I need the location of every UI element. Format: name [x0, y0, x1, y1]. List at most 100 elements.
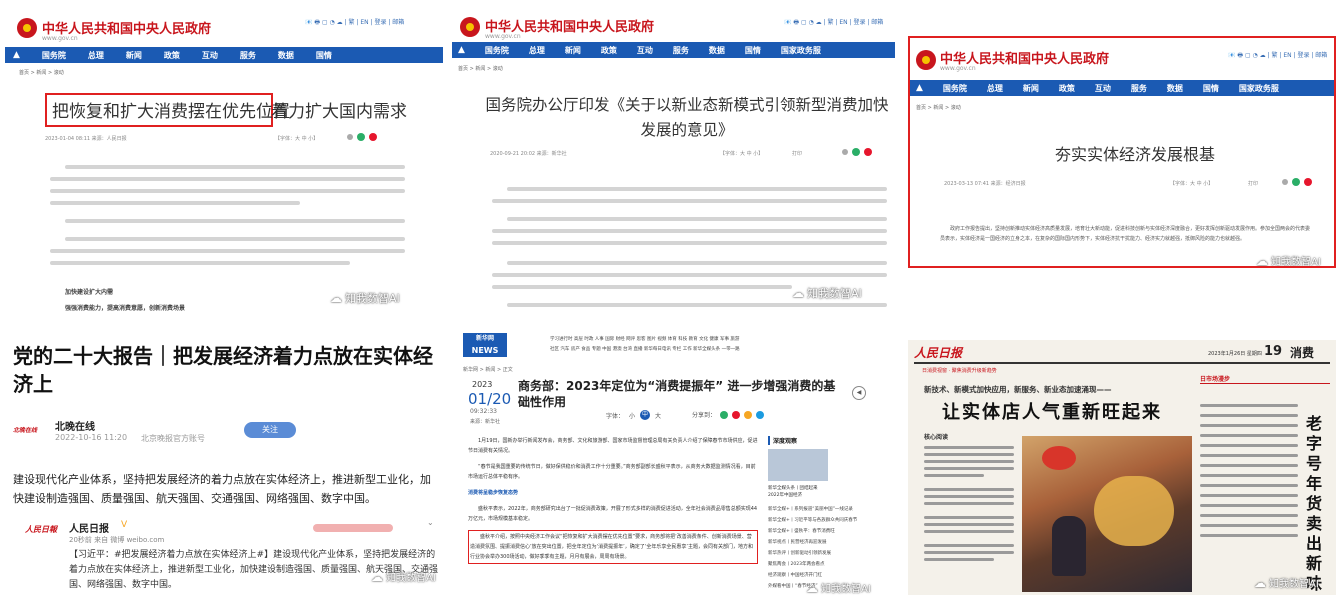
wechat-icon[interactable]	[1292, 178, 1300, 186]
nav-item-premier[interactable]: 总理	[88, 50, 104, 61]
font-size-control[interactable]: 【字体：大 中 小】	[275, 135, 318, 142]
nav-item-premier[interactable]: 总理	[987, 83, 1003, 94]
nav-item-national[interactable]: 国情	[745, 45, 761, 56]
nav-item-service[interactable]: 服务	[1131, 83, 1147, 94]
nav-item-state-council[interactable]: 国务院	[943, 83, 967, 94]
weibo-icon[interactable]	[732, 410, 741, 419]
nav-item-policy[interactable]: 政策	[1059, 83, 1075, 94]
breadcrumb[interactable]: 首页 > 新闻 > 滚动	[916, 104, 961, 111]
nav-item-national[interactable]: 国情	[1203, 83, 1219, 94]
headline: 夯实实体经济发展根基	[1055, 145, 1216, 164]
nav-item-news[interactable]: 新闻	[126, 50, 142, 61]
sidebar-link[interactable]: 新华视点丨民营经济再迎发展	[768, 537, 892, 548]
nav-item-news[interactable]: 新闻	[565, 45, 581, 56]
audio-icon[interactable]: ◀	[852, 386, 866, 400]
headline: 商务部：2023年定位为“消费提振年” 进一步增强消费的基础性作用	[518, 379, 836, 409]
font-small-button[interactable]: 小	[629, 411, 635, 420]
nav-item-news[interactable]: 新闻	[1023, 83, 1039, 94]
side-title: 老字号年货卖出新味道	[1306, 414, 1323, 595]
nav-item-data[interactable]: 数据	[1167, 83, 1183, 94]
main-nav: ▲ 国务院 总理 新闻 政策 互动 服务 数据 国情	[5, 47, 443, 63]
sidebar-link[interactable]: 新华全媒+丨习近平等与各族群众共同庆春节	[768, 515, 892, 526]
nav-item-gov-service[interactable]: 国家政务服	[781, 45, 821, 56]
paragraph-4: 盛秋平介绍，按照中央经济工作会议“把恢复和扩大消费摆在优先位置”要求，商务部将把…	[468, 530, 758, 564]
nav-item-service[interactable]: 服务	[673, 45, 689, 56]
site-header: 中华人民共和国中央人民政府 www.gov.cn 📧 🖶 ▢ ◔ ☁ | 繁 |…	[910, 38, 1334, 78]
xinhua-logo[interactable]: 新华网 NEWS	[463, 333, 507, 357]
qzone-icon[interactable]	[744, 410, 753, 419]
nav-item-policy[interactable]: 政策	[164, 50, 180, 61]
share-icon[interactable]	[347, 134, 353, 140]
nav-item-national[interactable]: 国情	[316, 50, 332, 61]
site-url: www.gov.cn	[42, 35, 78, 42]
print-button[interactable]: 打印	[1248, 180, 1258, 187]
print-button[interactable]: 打印	[792, 150, 802, 157]
account-avatar[interactable]: 北晚在线	[13, 422, 43, 440]
headline: 党的二十大报告｜把发展经济着力点放在实体经济上	[13, 344, 433, 396]
sidebar-link[interactable]: 聚焦两会丨2023年两会看点	[768, 559, 892, 570]
sidebar-title: 深度观察	[768, 436, 892, 445]
main-nav: ▲ 国务院 总理 新闻 政策 互动 服务 数据 国情 国家政务服	[452, 42, 895, 58]
nav-item-service[interactable]: 服务	[240, 50, 256, 61]
site-header: 中华人民共和国中央人民政府 www.gov.cn 📧 🖶 ▢ ◔ ☁ | 繁 |…	[5, 5, 443, 47]
paragraph-3: 盛秋平表示，2022年，商务部研究出台了一批促消费政策，开展了形式多样的消费促进…	[468, 506, 758, 522]
nav-item-state-council[interactable]: 国务院	[485, 45, 509, 56]
screenshot-gov-article-3: 中华人民共和国中央人民政府 www.gov.cn 📧 🖶 ▢ ◔ ☁ | 繁 |…	[908, 36, 1336, 268]
sidebar-link[interactable]: 新华全媒+丨盛秋平：春节消费旺	[768, 526, 892, 537]
sidebar-link[interactable]: 新华全媒+丨系列报道“美丽中国”一线记录	[768, 504, 892, 515]
date-day: 01/20	[468, 390, 512, 408]
nav-item-data[interactable]: 数据	[709, 45, 725, 56]
wechat-icon[interactable]	[357, 133, 365, 141]
watermark: ☁ 知我数智AI	[1256, 253, 1321, 268]
utility-links[interactable]: 📧 🖶 ▢ ◔ ☁ | 繁 | EN | 登录 | 邮箱	[784, 17, 883, 28]
font-size-control[interactable]: 【字体：大 中 小】	[1170, 180, 1213, 187]
sidebar-caption[interactable]: 新华全媒头条丨团结起来2022年中国经济	[768, 485, 828, 499]
follow-button[interactable]: 关注	[244, 422, 296, 438]
weibo-icon[interactable]	[1304, 178, 1312, 186]
nav-item-emblem-icon: ▲	[13, 50, 20, 60]
font-big-button[interactable]: 大	[655, 411, 661, 420]
breadcrumb[interactable]: 新华网 > 新闻 > 正文	[463, 366, 513, 373]
screenshot-xinhua-article: 新华网 NEWS 学习进行时 高层 时政 人事 国际 财经 网评 思客 图片 视…	[460, 330, 896, 600]
utility-links[interactable]: 📧 🖶 ▢ ◔ ☁ | 繁 | EN | 登录 | 邮箱	[1228, 50, 1327, 61]
nav-item-interact[interactable]: 互动	[202, 50, 218, 61]
weibo-icon[interactable]	[864, 148, 872, 156]
font-size-control[interactable]: 【字体：大 中 小】	[720, 150, 763, 157]
top-nav-row-2[interactable]: 社区 汽车 房产 食品 专题 中国 港澳 台湾 直播 新华每日电讯 专栏 工作 …	[550, 346, 740, 352]
watermark: ☁ 知我数智AI	[330, 291, 400, 305]
page-name: 消费	[1290, 346, 1315, 360]
top-nav[interactable]: 学习进行时 高层 时政 人事 国际 财经 网评 思客 图片 视频 体育 科技 教…	[550, 336, 739, 342]
breadcrumb[interactable]: 首页 > 新闻 > 滚动	[458, 65, 503, 72]
date-line: 2023年1月26日 星期四	[1208, 351, 1262, 357]
article-meta: 2023-01-04 08:11 来源：人民日报	[45, 136, 127, 142]
repost-avatar[interactable]: 人民日報	[25, 524, 61, 540]
side-column: 日市场漫步 老字号年货卖出新味道	[1200, 374, 1330, 595]
nav-item-gov-service[interactable]: 国家政务服	[1239, 83, 1279, 94]
nav-item-policy[interactable]: 政策	[601, 45, 617, 56]
sidebar-link[interactable]: 新华热评丨创新驱动引领新发展	[768, 548, 892, 559]
breadcrumb[interactable]: 首页 > 新闻 > 滚动	[19, 69, 64, 76]
nav-item-premier[interactable]: 总理	[529, 45, 545, 56]
nav-item-data[interactable]: 数据	[278, 50, 294, 61]
nav-item-interact[interactable]: 互动	[1095, 83, 1111, 94]
repost-blur-banner	[313, 524, 393, 532]
wechat-icon[interactable]	[720, 410, 729, 419]
repost-name[interactable]: 人民日报	[69, 520, 109, 535]
nav-item-state-council[interactable]: 国务院	[42, 50, 66, 61]
weibo-icon[interactable]	[369, 133, 377, 141]
share-buttons	[347, 133, 377, 141]
share-icon[interactable]	[842, 149, 848, 155]
news-photo[interactable]	[1022, 436, 1192, 592]
article-body: 政府工作报告提出，坚持创新推动实体经济高质量发展，培育壮大新动能，促进科技创新与…	[940, 226, 1311, 242]
account-name[interactable]: 北晚在线	[55, 418, 95, 433]
share-icon[interactable]	[1282, 179, 1288, 185]
font-mid-button[interactable]: 中	[640, 410, 651, 420]
article-meta: 2023-03-13 07:41 来源：经济日报	[944, 181, 1026, 187]
chevron-down-icon[interactable]: ⌄	[427, 518, 434, 527]
share-more-icon[interactable]	[756, 410, 765, 419]
share-buttons	[842, 148, 872, 156]
utility-links[interactable]: 📧 🖶 ▢ ◔ ☁ | 繁 | EN | 登录 | 邮箱	[305, 17, 404, 28]
sidebar-image[interactable]	[768, 449, 828, 481]
nav-item-interact[interactable]: 互动	[637, 45, 653, 56]
wechat-icon[interactable]	[852, 148, 860, 156]
